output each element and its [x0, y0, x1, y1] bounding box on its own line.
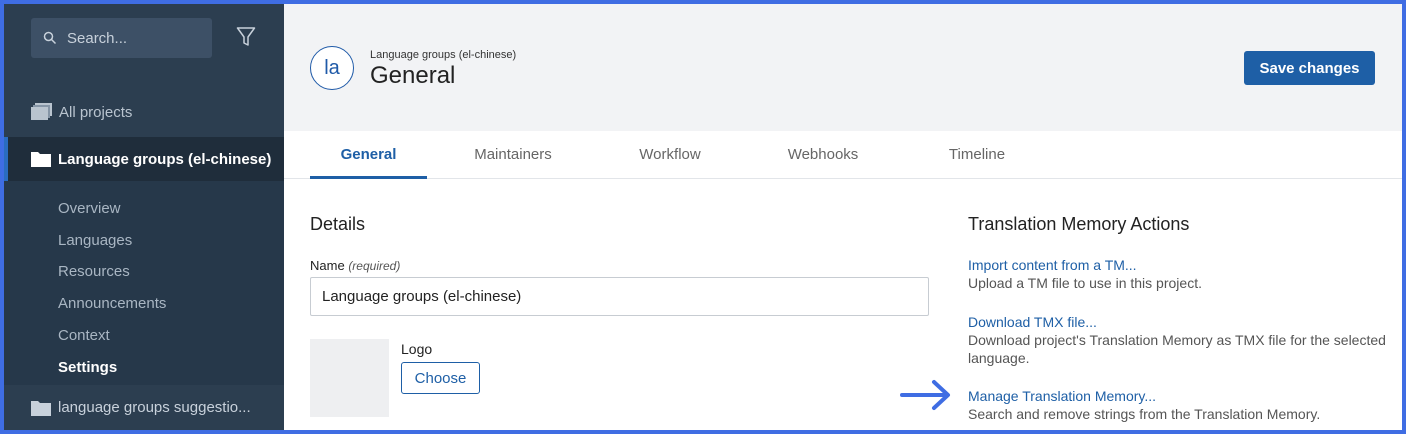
- project-avatar: la: [310, 46, 354, 90]
- folder-icon: [31, 151, 51, 167]
- project-name-input[interactable]: [310, 277, 929, 316]
- page-title: General: [370, 62, 456, 89]
- save-changes-button[interactable]: Save changes: [1244, 51, 1375, 85]
- main-content: la Language groups (el-chinese) General …: [284, 4, 1402, 430]
- arrow-right-icon: [900, 378, 954, 412]
- tab-timeline[interactable]: Timeline: [934, 131, 1020, 179]
- filter-icon[interactable]: [236, 26, 256, 48]
- sidebar-project-item[interactable]: language groups suggestio...: [4, 385, 284, 430]
- all-projects-label: All projects: [59, 103, 133, 121]
- folder-icon: [31, 400, 51, 416]
- page-header: la Language groups (el-chinese) General …: [284, 4, 1402, 131]
- name-field-label: Name (required): [310, 258, 400, 273]
- tm-heading: Translation Memory Actions: [968, 214, 1190, 234]
- choose-logo-button[interactable]: Choose: [401, 362, 480, 394]
- subnav-settings[interactable]: Settings: [58, 359, 117, 376]
- settings-tabs: General Maintainers Workflow Webhooks Ti…: [284, 131, 1402, 179]
- folders-stack-icon: [31, 103, 53, 121]
- search-box[interactable]: [31, 18, 212, 58]
- tab-general[interactable]: General: [310, 131, 427, 179]
- tab-webhooks[interactable]: Webhooks: [770, 131, 876, 179]
- active-project-label: Language groups (el-chinese): [58, 150, 272, 168]
- name-required-hint: (required): [348, 259, 401, 273]
- subnav-resources[interactable]: Resources: [58, 263, 130, 280]
- project-subnav: Overview Languages Resources Announcemen…: [4, 181, 284, 385]
- subnav-languages[interactable]: Languages: [58, 232, 132, 249]
- search-icon: [43, 31, 57, 45]
- search-input[interactable]: [67, 29, 197, 47]
- sidebar: All projects Language groups (el-chinese…: [4, 4, 284, 430]
- subnav-overview[interactable]: Overview: [58, 200, 121, 217]
- logo-preview: [310, 339, 389, 417]
- download-tmx-link[interactable]: Download TMX file...: [968, 314, 1097, 330]
- logo-label: Logo: [401, 341, 433, 357]
- breadcrumb[interactable]: Language groups (el-chinese): [370, 49, 516, 61]
- subnav-context[interactable]: Context: [58, 327, 110, 344]
- name-label-text: Name: [310, 258, 345, 273]
- import-tm-desc: Upload a TM file to use in this project.: [968, 275, 1202, 291]
- manage-tm-link[interactable]: Manage Translation Memory...: [968, 388, 1156, 404]
- other-project-label: language groups suggestio...: [58, 399, 251, 416]
- manage-tm-desc: Search and remove strings from the Trans…: [968, 406, 1321, 422]
- sidebar-project-active[interactable]: Language groups (el-chinese): [4, 137, 284, 181]
- tab-workflow[interactable]: Workflow: [624, 131, 716, 179]
- tab-maintainers[interactable]: Maintainers: [458, 131, 568, 179]
- details-heading: Details: [310, 214, 366, 234]
- download-tmx-desc: Download project's Translation Memory as…: [968, 332, 1386, 366]
- all-projects-link[interactable]: All projects: [31, 100, 132, 124]
- import-tm-link[interactable]: Import content from a TM...: [968, 257, 1137, 273]
- subnav-announcements[interactable]: Announcements: [58, 295, 166, 312]
- app-frame: All projects Language groups (el-chinese…: [4, 4, 1402, 430]
